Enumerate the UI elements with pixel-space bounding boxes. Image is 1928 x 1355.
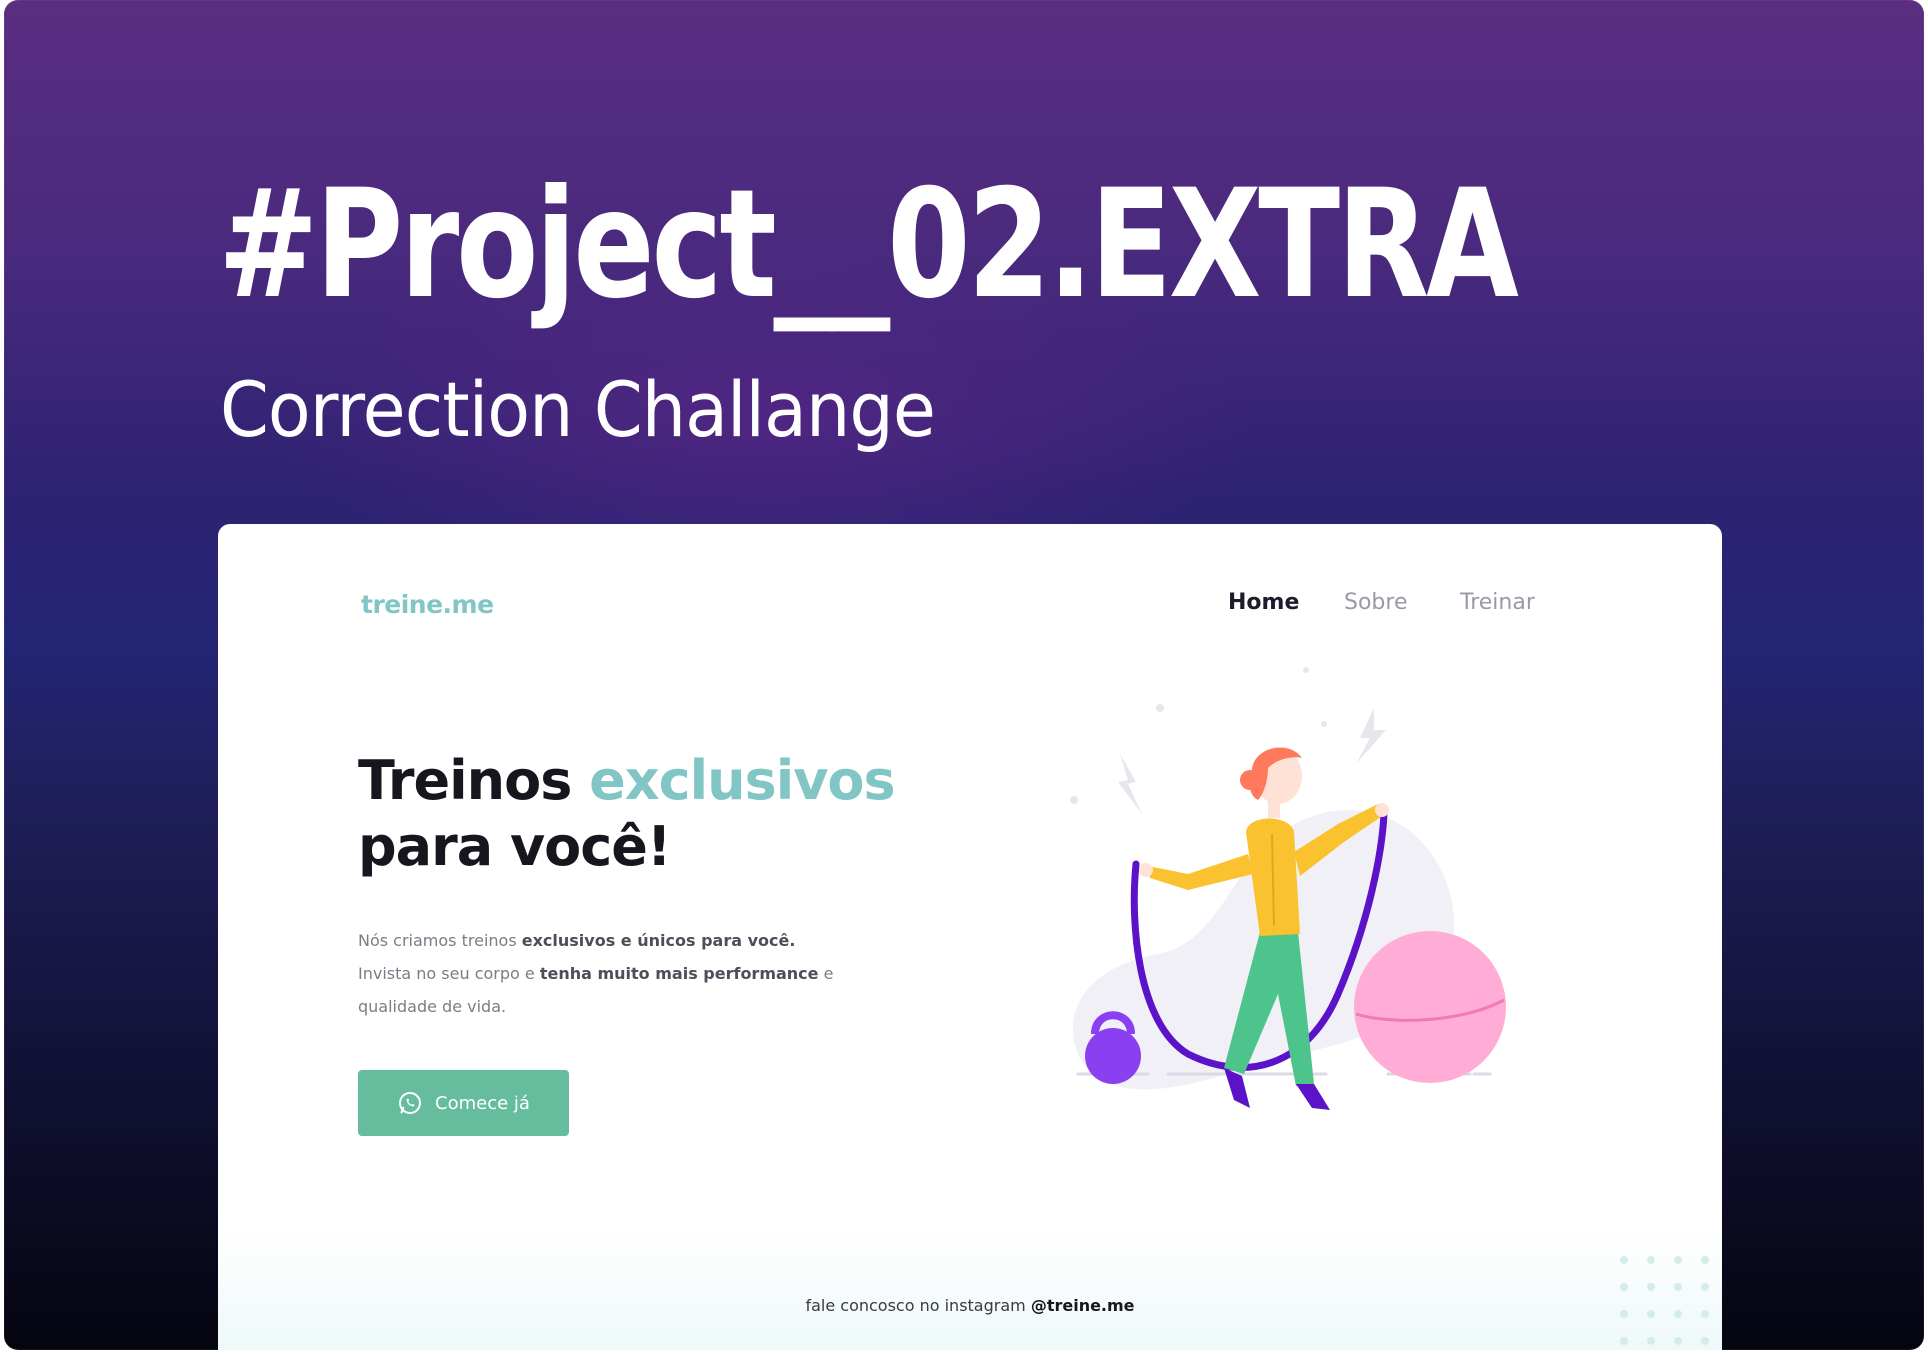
lightning-right-icon (1356, 708, 1386, 764)
comece-ja-button[interactable]: Comece já (358, 1070, 569, 1136)
website-preview: treine.me Home Sobre Treinar Treinos exc… (218, 524, 1722, 1350)
hero-text-plain: Nós criamos treinos (358, 931, 522, 950)
hero-title-prefix: Treinos (358, 749, 590, 812)
nav-item-sobre[interactable]: Sobre (1344, 590, 1408, 615)
hero-title-accent: exclusivos (589, 749, 896, 812)
lightning-left-icon (1118, 754, 1142, 814)
nav-item-treinar[interactable]: Treinar (1460, 590, 1535, 615)
hero-text-bold: tenha muito mais performance (539, 964, 819, 983)
hero-text-bold: exclusivos e únicos para você. (521, 931, 796, 950)
footer-text: fale concosco no instagram (805, 1296, 1031, 1315)
workout-illustration (1070, 667, 1506, 1110)
footer-gradient (218, 1230, 1722, 1350)
comece-ja-label: Comece já (435, 1092, 530, 1114)
instagram-handle-link[interactable]: @treine.me (1031, 1296, 1135, 1315)
main-nav: Home Sobre Treinar (218, 590, 1722, 620)
hero-text-line3: qualidade de vida. (358, 997, 507, 1016)
hero-text-line1: Nós criamos treinos exclusivos e únicos … (358, 931, 795, 950)
hero-description: Nós criamos treinos exclusivos e únicos … (358, 924, 878, 1023)
poster-title: #Project__02.EXTRA (218, 158, 1519, 332)
nav-item-home[interactable]: Home (1228, 590, 1299, 615)
hero-text-tail: e (818, 964, 834, 983)
whatsapp-icon (399, 1092, 422, 1114)
hero-text-line2: Invista no seu corpo e tenha muito mais … (358, 964, 833, 983)
exercise-ball-icon (1354, 931, 1506, 1083)
hero-title: Treinos exclusivos para você! (358, 748, 896, 880)
footer-instagram-note: fale concosco no instagram @treine.me (218, 1296, 1722, 1315)
poster-background: #Project__02.EXTRA Correction Challange … (4, 0, 1924, 1350)
hero-text-plain: Invista no seu corpo e (358, 964, 540, 983)
poster-subtitle: Correction Challange (220, 365, 936, 454)
hero-title-line2: para você! (358, 815, 672, 878)
dot-grid-decoration (1620, 1256, 1709, 1345)
